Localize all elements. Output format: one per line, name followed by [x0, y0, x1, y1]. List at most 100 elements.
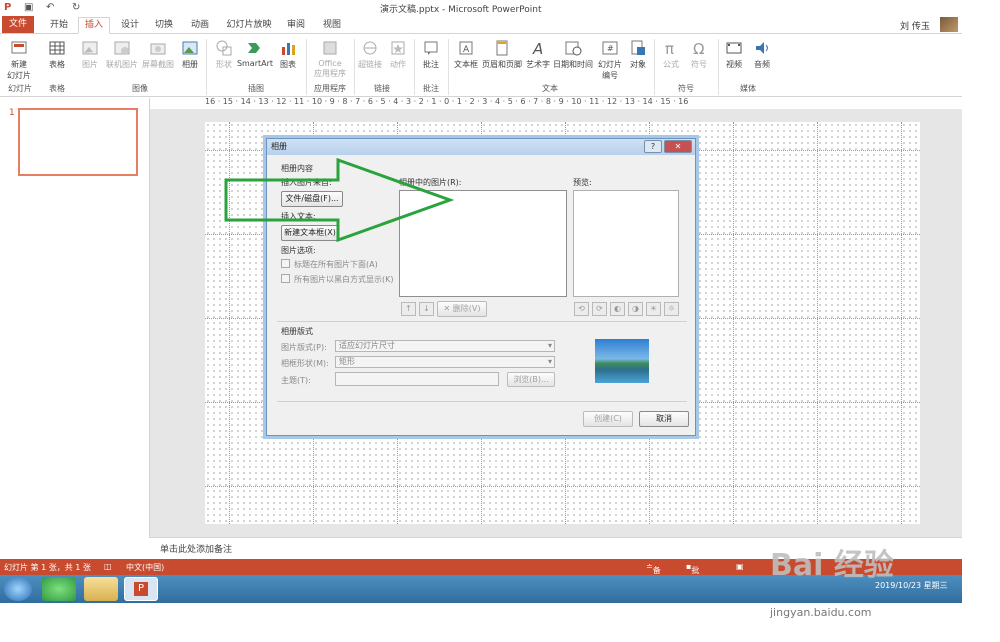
- user-name[interactable]: 刘 传玉: [900, 19, 930, 32]
- comments-toggle[interactable]: ▪ 批注: [686, 562, 699, 586]
- hyperlink-icon: [363, 41, 377, 55]
- divider: [277, 401, 687, 402]
- folder-icon[interactable]: [84, 577, 118, 601]
- frame-shape-select[interactable]: 矩形 ▾: [335, 356, 555, 368]
- chart-button[interactable]: 图表: [276, 39, 300, 70]
- office-apps-button[interactable]: Office 应用程序: [310, 39, 350, 79]
- picture-layout-label: 图片版式(P):: [281, 343, 327, 352]
- contrast-down-icon[interactable]: ◑: [628, 302, 643, 316]
- symbol-button[interactable]: Ω 符号: [686, 39, 712, 70]
- normal-view-icon[interactable]: ▣: [736, 562, 744, 571]
- wordart-button[interactable]: A 艺术字: [524, 39, 552, 70]
- datetime-icon: [565, 41, 582, 56]
- group-label-text: 文本: [542, 84, 558, 93]
- contrast-up-icon[interactable]: ◐: [610, 302, 625, 316]
- tab-file[interactable]: 文件: [2, 16, 34, 33]
- theme-input[interactable]: [335, 372, 499, 386]
- gridline: [733, 122, 734, 524]
- help-button[interactable]: ?: [644, 140, 662, 153]
- browser-icon[interactable]: [42, 577, 76, 601]
- tab-review[interactable]: 审阅: [282, 18, 310, 33]
- slide-count: 幻灯片 第 1 张，共 1 张: [4, 563, 91, 572]
- screenshot-button[interactable]: 屏幕截图: [140, 39, 176, 70]
- annotation-arrow: [224, 158, 454, 242]
- cancel-button[interactable]: 取消: [639, 411, 689, 427]
- picture-button[interactable]: 图片: [78, 39, 102, 70]
- brightness-up-icon[interactable]: ☀: [646, 302, 661, 316]
- table-icon: [49, 41, 65, 55]
- equation-button[interactable]: π 公式: [658, 39, 684, 70]
- tab-design[interactable]: 设计: [116, 18, 144, 33]
- new-slide-button[interactable]: 新建 幻灯片: [4, 39, 34, 81]
- notes-placeholder: 单击此处添加备注: [160, 545, 233, 555]
- picture-icon: [82, 41, 98, 55]
- black-white-checkbox[interactable]: [281, 274, 290, 283]
- photo-album-button[interactable]: 相册: [178, 39, 202, 70]
- slide-number-button[interactable]: # 幻灯片 编号: [596, 39, 624, 81]
- audio-button[interactable]: 音频: [750, 39, 774, 70]
- spellcheck-icon[interactable]: ◫: [104, 562, 112, 571]
- watermark-url: jingyan.baidu.com: [770, 606, 872, 619]
- chart-icon: [282, 43, 295, 55]
- shapes-button[interactable]: 形状: [212, 39, 236, 70]
- move-up-icon[interactable]: ↑: [401, 302, 416, 316]
- object-icon: [631, 40, 645, 55]
- dialog-title-bar: 相册: [267, 139, 695, 155]
- tab-slideshow[interactable]: 幻灯片放映: [224, 18, 274, 33]
- object-button[interactable]: 对象: [626, 39, 650, 70]
- hyperlink-button[interactable]: 超链接: [356, 39, 384, 70]
- video-button[interactable]: 视频: [722, 39, 746, 70]
- avatar[interactable]: [940, 17, 958, 32]
- window-title: 演示文稿.pptx - Microsoft PowerPoint: [380, 5, 542, 15]
- dialog-title: 相册: [271, 142, 287, 151]
- start-button[interactable]: [4, 577, 32, 601]
- online-picture-button[interactable]: 联机图片: [104, 39, 140, 70]
- slide-thumbnail[interactable]: [18, 108, 138, 176]
- picture-layout-select[interactable]: 适应幻灯片尺寸 ▾: [335, 340, 555, 352]
- header-footer-button[interactable]: 页眉和页脚: [481, 39, 523, 70]
- black-white-option-label: 所有图片以黑白方式显示(K): [294, 275, 394, 284]
- tab-insert[interactable]: 插入: [78, 17, 110, 34]
- ribbon-separator: [206, 39, 207, 95]
- smartart-button[interactable]: SmartArt: [236, 39, 274, 68]
- video-icon: [726, 42, 742, 54]
- redo-icon[interactable]: ↻: [72, 2, 80, 13]
- textbox-button[interactable]: A 文本框: [452, 39, 480, 70]
- datetime-button[interactable]: 日期和时间: [552, 39, 594, 70]
- ribbon-separator: [448, 39, 449, 95]
- brightness-down-icon[interactable]: ☼: [664, 302, 679, 316]
- table-button[interactable]: 表格: [44, 39, 70, 70]
- new-slide-icon: [11, 41, 27, 54]
- preview-label: 预览:: [573, 178, 592, 187]
- undo-icon[interactable]: ↶: [46, 2, 54, 13]
- picture-options-label: 图片选项:: [281, 246, 316, 255]
- move-down-icon[interactable]: ↓: [419, 302, 434, 316]
- rotate-left-icon[interactable]: ⟲: [574, 302, 589, 316]
- remove-button[interactable]: ✕ 删除(V): [437, 301, 487, 317]
- create-button[interactable]: 创建(C): [583, 411, 633, 427]
- save-icon[interactable]: ▣: [24, 2, 33, 13]
- chevron-down-icon: ▾: [547, 357, 552, 366]
- close-button[interactable]: ✕: [664, 140, 692, 153]
- svg-text:#: #: [607, 44, 614, 53]
- browse-button[interactable]: 浏览(B)...: [507, 372, 555, 387]
- rotate-right-icon[interactable]: ⟳: [592, 302, 607, 316]
- caption-checkbox[interactable]: [281, 259, 290, 268]
- tab-animations[interactable]: 动画: [186, 18, 214, 33]
- tab-view[interactable]: 视图: [318, 18, 346, 33]
- group-label-media: 媒体: [740, 84, 756, 93]
- horizontal-ruler: 16 · 15 · 14 · 13 · 12 · 11 · 10 · 9 · 8…: [205, 97, 689, 106]
- shapes-icon: [216, 40, 232, 56]
- screenshot-icon: [150, 43, 166, 55]
- notes-toggle[interactable]: ≐ 备注: [646, 562, 661, 586]
- gridline: [901, 122, 902, 524]
- language-status[interactable]: 中文(中国): [126, 562, 164, 573]
- powerpoint-taskbar-icon[interactable]: P: [124, 577, 158, 601]
- action-button[interactable]: 动作: [386, 39, 410, 70]
- tab-transitions[interactable]: 切换: [150, 18, 178, 33]
- group-label-comments: 批注: [423, 84, 439, 93]
- comment-button[interactable]: 批注: [418, 39, 444, 70]
- textbox-icon: A: [459, 41, 473, 55]
- ribbon-separator: [306, 39, 307, 95]
- tab-home[interactable]: 开始: [44, 18, 74, 33]
